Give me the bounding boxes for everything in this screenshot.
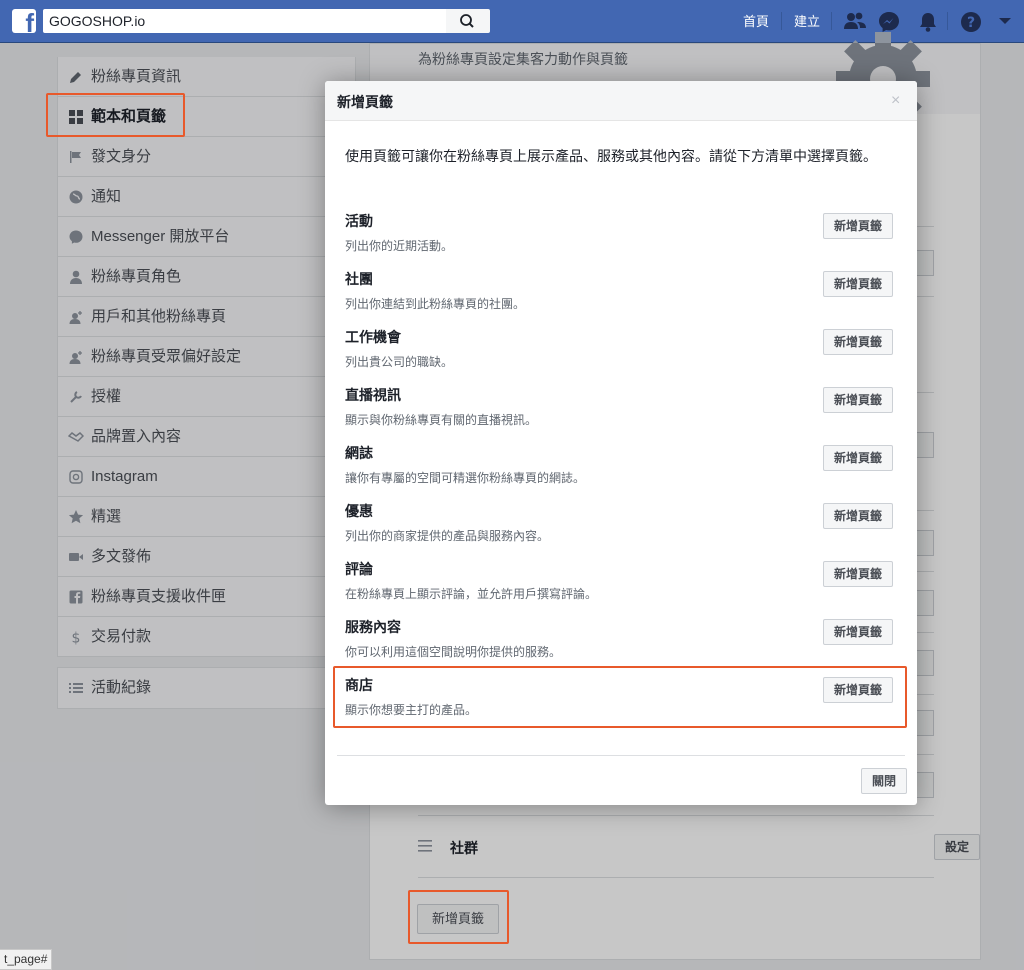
add-tab-button[interactable]: 新增頁籤 bbox=[823, 271, 894, 297]
nav-create-link[interactable]: 建立 bbox=[794, 11, 820, 30]
tab-option-description: 在粉絲專頁上顯示評論，並允許用戶撰寫評論。 bbox=[345, 587, 598, 601]
tab-option-name: 優惠 bbox=[345, 503, 373, 519]
tab-option-groups: 社團 列出你連結到此粉絲專頁的社團。 新增頁籤 bbox=[345, 269, 897, 327]
tab-option-offers: 優惠 列出你的商家提供的產品與服務內容。 新增頁籤 bbox=[345, 501, 897, 559]
tab-option-events: 活動 列出你的近期活動。 新增頁籤 bbox=[345, 211, 897, 269]
tab-option-name: 活動 bbox=[345, 213, 373, 229]
add-tab-button[interactable]: 新增頁籤 bbox=[823, 387, 894, 413]
dialog-title: 新增頁籤 bbox=[337, 94, 393, 110]
tab-option-name: 工作機會 bbox=[345, 329, 401, 345]
add-tab-button[interactable]: 新增頁籤 bbox=[823, 561, 894, 587]
svg-text:?: ? bbox=[967, 15, 975, 31]
dialog-footer-divider bbox=[337, 755, 905, 756]
tab-option-description: 讓你有專屬的空間可精選你粉絲專頁的網誌。 bbox=[345, 471, 586, 485]
tab-option-name: 社團 bbox=[345, 271, 373, 287]
add-tab-button[interactable]: 新增頁籤 bbox=[823, 503, 894, 529]
tab-option-name: 網誌 bbox=[345, 445, 373, 461]
add-tab-button[interactable]: 新增頁籤 bbox=[823, 329, 894, 355]
add-tab-button[interactable]: 新增頁籤 bbox=[823, 213, 894, 239]
close-button[interactable]: 關閉 bbox=[861, 768, 908, 794]
tab-option-live-video: 直播視訊 顯示與你粉絲專頁有關的直播視訊。 新增頁籤 bbox=[345, 385, 897, 443]
tab-option-description: 列出你的近期活動。 bbox=[345, 239, 454, 253]
tab-option-description: 列出你的商家提供的產品與服務內容。 bbox=[345, 529, 550, 543]
highlight-shop-tab bbox=[333, 666, 907, 728]
tab-option-name: 服務內容 bbox=[345, 619, 401, 635]
add-tab-button[interactable]: 新增頁籤 bbox=[823, 445, 894, 471]
tab-option-jobs: 工作機會 列出貴公司的職缺。 新增頁籤 bbox=[345, 327, 897, 385]
tab-option-notes: 網誌 讓你有專屬的空間可精選你粉絲專頁的網誌。 新增頁籤 bbox=[345, 443, 897, 501]
add-tab-button[interactable]: 新增頁籤 bbox=[823, 619, 894, 645]
search-input[interactable]: GOGOSHOP.io bbox=[43, 9, 446, 33]
highlight-templates-tabs bbox=[46, 93, 185, 137]
help-icon[interactable]: ? bbox=[960, 11, 982, 33]
tab-option-description: 列出你連結到此粉絲專頁的社團。 bbox=[345, 297, 526, 311]
tab-option-name: 直播視訊 bbox=[345, 387, 401, 403]
tab-option-reviews: 評論 在粉絲專頁上顯示評論，並允許用戶撰寫評論。 新增頁籤 bbox=[345, 559, 897, 617]
dialog-header: 新增頁籤 × bbox=[325, 81, 917, 121]
tab-option-name: 評論 bbox=[345, 561, 373, 577]
close-icon[interactable]: × bbox=[891, 92, 900, 110]
nav-separator bbox=[947, 12, 948, 30]
tab-option-description: 列出貴公司的職缺。 bbox=[345, 355, 454, 369]
browser-status-bar: t_page# bbox=[0, 949, 53, 970]
nav-home-link[interactable]: 首頁 bbox=[743, 11, 769, 30]
dialog-description: 使用頁籤可讓你在粉絲專頁上展示產品、服務或其他內容。請從下方清單中選擇頁籤。 bbox=[345, 148, 877, 164]
search-button[interactable] bbox=[446, 9, 490, 33]
search-icon bbox=[460, 14, 474, 28]
account-menu-caret-icon[interactable] bbox=[998, 17, 1012, 26]
highlight-add-tab-button bbox=[408, 890, 509, 944]
nav-separator bbox=[781, 12, 782, 30]
tab-option-description: 你可以利用這個空間說明你提供的服務。 bbox=[345, 645, 562, 659]
facebook-logo-icon[interactable]: f bbox=[12, 9, 36, 33]
tab-option-description: 顯示與你粉絲專頁有關的直播視訊。 bbox=[345, 413, 538, 427]
